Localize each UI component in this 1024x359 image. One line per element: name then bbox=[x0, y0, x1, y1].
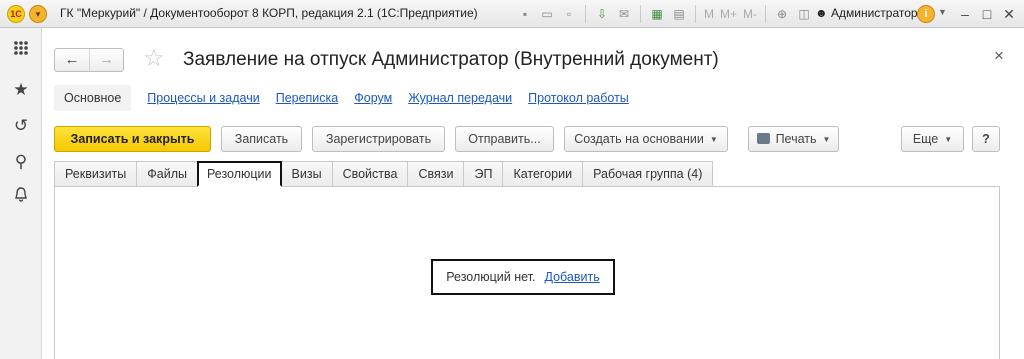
user-icon: ☻ bbox=[815, 6, 828, 20]
tab-requisites[interactable]: Реквизиты bbox=[54, 161, 137, 187]
tab-digital-signature[interactable]: ЭП bbox=[463, 161, 503, 187]
print-label: Печать bbox=[775, 132, 817, 146]
link-transfer-log[interactable]: Журнал передачи bbox=[408, 91, 512, 105]
star-favorites-icon[interactable]: ★ bbox=[9, 78, 33, 102]
titlebar-tools: ▪ ▭ ▫ ⇩ ✉ ▦ ▤ M M+ M- ⊕ ◫ bbox=[516, 5, 813, 23]
tab-links[interactable]: Связи bbox=[407, 161, 464, 187]
tab-categories[interactable]: Категории bbox=[502, 161, 583, 187]
close-window-icon[interactable]: ✕ bbox=[999, 4, 1019, 24]
title-bar: 1С ▾ ГК "Меркурий" / Документооборот 8 К… bbox=[0, 0, 1024, 28]
tab-visas[interactable]: Визы bbox=[281, 161, 332, 187]
minimize-icon[interactable]: – bbox=[955, 4, 975, 24]
app-logo-icon[interactable]: 1С bbox=[7, 5, 25, 23]
add-favorite-star-icon[interactable]: ☆ bbox=[143, 46, 165, 72]
link-icon[interactable]: ⇩ bbox=[593, 5, 611, 23]
close-form-icon[interactable]: × bbox=[994, 46, 1004, 66]
memory-mminus-button[interactable]: M- bbox=[742, 5, 758, 23]
more-button[interactable]: Еще ▼ bbox=[901, 126, 964, 152]
add-resolution-link[interactable]: Добавить bbox=[545, 270, 600, 284]
print-icon[interactable]: ▭ bbox=[538, 5, 556, 23]
bell-icon[interactable] bbox=[9, 186, 33, 210]
calculator-icon[interactable]: ▦ bbox=[648, 5, 666, 23]
link-forum[interactable]: Форум bbox=[354, 91, 392, 105]
tab-files[interactable]: Файлы bbox=[136, 161, 197, 187]
form-title: Заявление на отпуск Администратор (Внутр… bbox=[183, 49, 719, 70]
forward-button[interactable]: → bbox=[89, 49, 123, 71]
resolutions-empty-box: Резолюций нет. Добавить bbox=[431, 259, 615, 295]
app-window: 1С ▾ ГК "Меркурий" / Документооборот 8 К… bbox=[0, 0, 1024, 359]
mail-icon[interactable]: ✉ bbox=[615, 5, 633, 23]
sections-sidebar: ★ ↺ ⚲ bbox=[0, 28, 42, 359]
navigation-buttons: ← → bbox=[54, 48, 124, 72]
link-processes-tasks[interactable]: Процессы и задачи bbox=[147, 91, 259, 105]
memory-mplus-button[interactable]: M+ bbox=[719, 5, 738, 23]
back-button[interactable]: ← bbox=[55, 49, 89, 71]
register-button[interactable]: Зарегистрировать bbox=[312, 126, 445, 152]
panels-icon[interactable]: ◫ bbox=[795, 5, 813, 23]
main-menu-icon[interactable]: ▾ bbox=[29, 5, 47, 23]
form-link-bar: Основное Процессы и задачи Переписка Фор… bbox=[54, 84, 629, 112]
save-button[interactable]: Записать bbox=[221, 126, 302, 152]
apps-grid-icon[interactable] bbox=[9, 39, 33, 63]
chevron-down-icon[interactable]: ▼ bbox=[938, 7, 947, 17]
info-icon[interactable]: i bbox=[917, 5, 935, 23]
form-content: ← → ☆ Заявление на отпуск Администратор … bbox=[42, 28, 1024, 359]
no-resolutions-text: Резолюций нет. bbox=[446, 270, 536, 284]
toolbar-divider bbox=[695, 5, 696, 23]
calendar-icon[interactable]: ▤ bbox=[670, 5, 688, 23]
link-main[interactable]: Основное bbox=[54, 85, 132, 111]
tab-properties[interactable]: Свойства bbox=[331, 161, 408, 187]
more-label: Еще bbox=[912, 132, 939, 146]
help-button[interactable]: ? bbox=[972, 126, 1000, 152]
resolutions-panel: Резолюций нет. Добавить bbox=[54, 186, 1000, 359]
send-button[interactable]: Отправить... bbox=[455, 126, 554, 152]
toolbar-divider bbox=[640, 5, 641, 23]
create-based-on-button[interactable]: Создать на основании ▼ bbox=[564, 126, 728, 152]
save-and-close-button[interactable]: Записать и закрыть bbox=[54, 126, 211, 152]
window-title: ГК "Меркурий" / Документооборот 8 КОРП, … bbox=[60, 6, 478, 20]
save-disk-icon[interactable]: ▪ bbox=[516, 5, 534, 23]
history-icon[interactable]: ↺ bbox=[9, 114, 33, 138]
create-based-on-label: Создать на основании bbox=[574, 132, 704, 146]
zoom-icon[interactable]: ⊕ bbox=[773, 5, 791, 23]
form-tabs: Реквизиты Файлы Резолюции Визы Свойства … bbox=[54, 161, 714, 187]
link-work-protocol[interactable]: Протокол работы bbox=[528, 91, 629, 105]
chevron-down-icon: ▼ bbox=[709, 134, 718, 144]
memory-m-button[interactable]: M bbox=[703, 5, 715, 23]
maximize-icon[interactable]: □ bbox=[977, 4, 997, 24]
tab-resolutions[interactable]: Резолюции bbox=[196, 161, 282, 187]
command-bar: Записать и закрыть Записать Зарегистриро… bbox=[54, 126, 1014, 152]
print-button[interactable]: Печать ▼ bbox=[748, 126, 839, 152]
toolbar-divider bbox=[765, 5, 767, 23]
printer-icon bbox=[756, 133, 770, 144]
tab-work-group[interactable]: Рабочая группа (4) bbox=[582, 161, 714, 187]
chevron-down-icon: ▼ bbox=[822, 134, 831, 144]
search-icon[interactable]: ⚲ bbox=[9, 150, 33, 174]
link-correspondence[interactable]: Переписка bbox=[276, 91, 339, 105]
user-name: Администратор bbox=[830, 6, 918, 20]
chevron-down-icon: ▼ bbox=[944, 134, 953, 144]
toolbar-divider bbox=[585, 5, 586, 23]
current-user[interactable]: ☻ Администратор bbox=[815, 6, 918, 20]
preview-icon[interactable]: ▫ bbox=[560, 5, 578, 23]
